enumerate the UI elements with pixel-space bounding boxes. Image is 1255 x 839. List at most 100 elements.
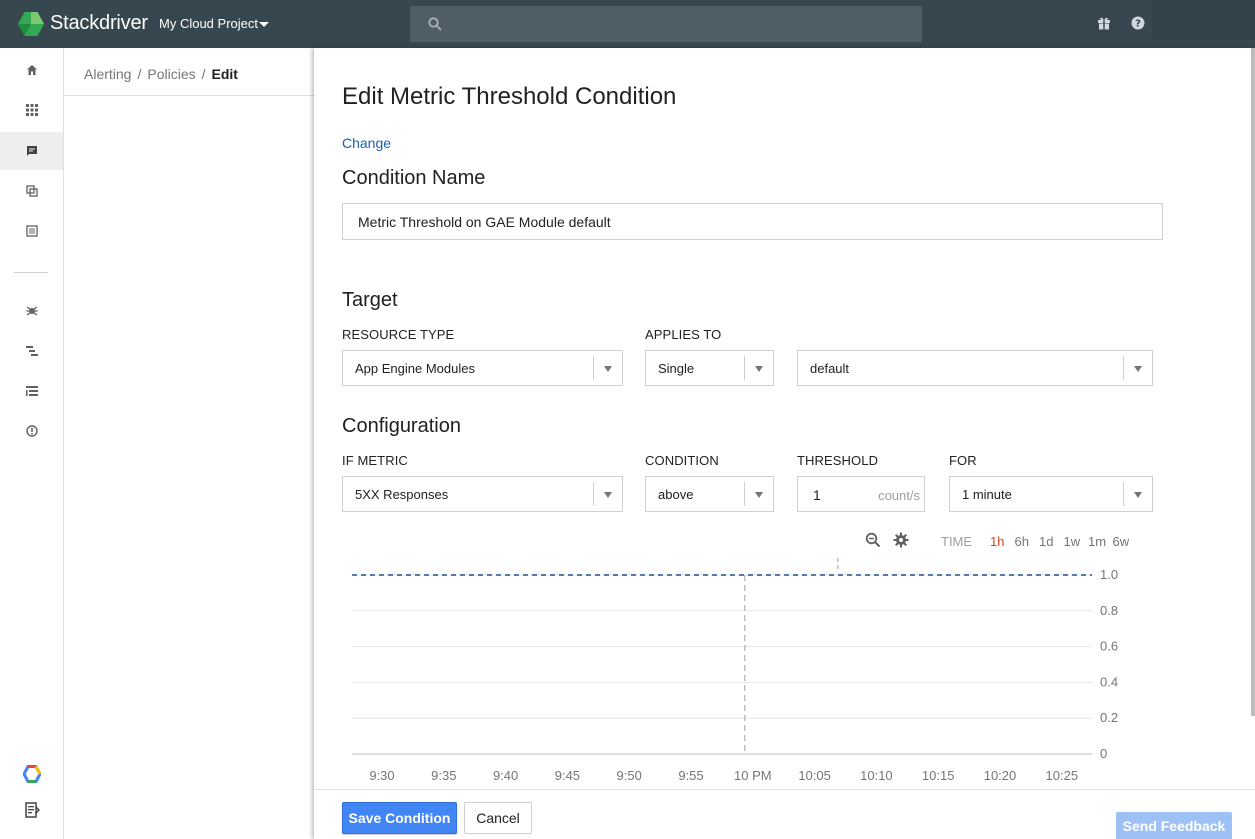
select-divider	[1123, 482, 1124, 506]
for-duration-select[interactable]: 1 minute	[949, 476, 1153, 512]
list-box-icon	[25, 225, 38, 237]
edit-condition-panel: Edit Metric Threshold Condition Change C…	[314, 48, 1255, 839]
condition-select[interactable]: above	[645, 476, 774, 512]
breadcrumb-separator: /	[201, 66, 206, 82]
x-tick-label: 9:55	[678, 768, 703, 783]
select-divider	[744, 356, 745, 380]
dropdown-arrow-icon	[755, 366, 763, 372]
cancel-button[interactable]: Cancel	[464, 802, 532, 834]
trace-icon	[25, 346, 38, 356]
nav-docs[interactable]	[0, 791, 63, 829]
dropdown-arrow-icon	[755, 492, 763, 498]
x-tick-label: 10:15	[922, 768, 955, 783]
breadcrumb: Alerting / Policies / Edit	[84, 66, 238, 82]
select-divider	[593, 356, 594, 380]
y-tick-label: 0.2	[1100, 710, 1118, 725]
y-tick-label: 0.4	[1100, 674, 1118, 689]
target-resource-value: default	[810, 361, 850, 376]
nav-trace[interactable]	[0, 332, 63, 370]
condition-name-heading: Condition Name	[342, 167, 486, 189]
nav-debug[interactable]	[0, 292, 63, 330]
if-metric-select[interactable]: 5XX Responses	[342, 476, 623, 512]
applies-to-value: Single	[658, 361, 695, 376]
if-metric-label: IF METRIC	[342, 453, 408, 468]
threshold-input[interactable]: 1 count/s	[797, 476, 925, 512]
time-range-label: TIME	[941, 534, 973, 549]
y-tick-label: 0.8	[1100, 603, 1118, 618]
target-heading: Target	[342, 289, 398, 311]
account-area[interactable]	[1152, 0, 1255, 40]
x-tick-label: 10:05	[798, 768, 831, 783]
x-tick-label: 9:35	[431, 768, 456, 783]
stackdriver-logo-icon[interactable]	[18, 12, 44, 36]
left-nav	[0, 48, 64, 839]
time-range-1d[interactable]: 1d	[1039, 534, 1053, 549]
configuration-heading: Configuration	[342, 415, 461, 437]
search-input[interactable]	[410, 6, 922, 42]
y-tick-label: 0.6	[1100, 639, 1118, 654]
x-tick-label: 9:30	[369, 768, 394, 783]
breadcrumb-policies[interactable]: Policies	[147, 66, 195, 82]
alert-chat-icon	[26, 146, 37, 156]
time-range-1w[interactable]: 1w	[1064, 534, 1081, 549]
x-tick-label: 9:50	[617, 768, 642, 783]
time-range-6h[interactable]: 6h	[1015, 534, 1029, 549]
nav-error-reporting[interactable]	[0, 412, 63, 450]
top-bar: Stackdriver My Cloud Project ?	[0, 0, 1255, 48]
x-tick-label: 10:20	[984, 768, 1017, 783]
for-label: FOR	[949, 453, 977, 468]
breadcrumb-separator: /	[137, 66, 142, 82]
send-feedback-button[interactable]: Send Feedback	[1116, 812, 1232, 839]
nav-groups[interactable]	[0, 172, 63, 210]
x-tick-label: 9:45	[555, 768, 580, 783]
groups-icon	[25, 185, 38, 197]
dropdown-arrow-icon	[604, 492, 612, 498]
breadcrumb-alerting[interactable]: Alerting	[84, 66, 131, 82]
select-divider	[744, 482, 745, 506]
x-tick-label: 10 PM	[734, 768, 772, 783]
dropdown-arrow-icon	[1134, 492, 1142, 498]
if-metric-value: 5XX Responses	[355, 487, 449, 502]
chevron-down-icon[interactable]	[259, 22, 269, 27]
condition-name-input[interactable]: Metric Threshold on GAE Module default	[342, 203, 1163, 240]
nav-google-cloud[interactable]	[0, 755, 63, 793]
home-icon	[26, 65, 37, 75]
breadcrumb-column: Alerting / Policies / Edit	[64, 48, 314, 839]
applies-to-select[interactable]: Single	[645, 350, 774, 386]
metric-chart: 0 0.2 0.4 0.6 0.8 1.0 9:30 9:35 9:40 9:45 9:50 9:55…	[352, 558, 1118, 783]
nav-alerting[interactable]	[0, 132, 63, 170]
select-divider	[593, 482, 594, 506]
project-selector[interactable]: My Cloud Project	[159, 16, 258, 31]
gear-icon[interactable]	[893, 532, 909, 548]
time-range-1m[interactable]: 1m	[1088, 534, 1106, 549]
resource-type-select[interactable]: App Engine Modules	[342, 350, 623, 386]
y-tick-label: 1.0	[1100, 567, 1118, 582]
brand-name[interactable]: Stackdriver	[50, 12, 148, 35]
nav-resources[interactable]	[0, 212, 63, 250]
footer-divider	[314, 789, 1255, 790]
change-link[interactable]: Change	[342, 135, 391, 151]
threshold-value: 1	[813, 487, 821, 503]
grid-icon	[25, 104, 38, 116]
nav-divider	[14, 272, 48, 273]
for-duration-value: 1 minute	[962, 487, 1012, 502]
applies-to-label: APPLIES TO	[645, 327, 722, 342]
target-resource-select[interactable]: default	[797, 350, 1153, 386]
document-icon	[24, 802, 40, 818]
resource-type-value: App Engine Modules	[355, 361, 475, 376]
time-range-1h[interactable]: 1h	[990, 534, 1004, 549]
logs-icon	[25, 386, 38, 396]
help-icon[interactable]: ?	[1131, 16, 1145, 30]
threshold-label: THRESHOLD	[797, 453, 879, 468]
save-condition-button[interactable]: Save Condition	[342, 802, 457, 834]
scrollbar[interactable]	[1251, 48, 1255, 716]
nav-home[interactable]	[0, 51, 63, 89]
nav-dashboards[interactable]	[0, 91, 63, 129]
nav-logging[interactable]	[0, 372, 63, 410]
dropdown-arrow-icon	[604, 366, 612, 372]
x-tick-label: 10:25	[1046, 768, 1079, 783]
page-title: Edit Metric Threshold Condition	[342, 83, 677, 110]
gift-icon[interactable]	[1097, 16, 1111, 30]
time-range-6w[interactable]: 6w	[1113, 534, 1130, 549]
zoom-out-icon[interactable]	[865, 532, 881, 548]
